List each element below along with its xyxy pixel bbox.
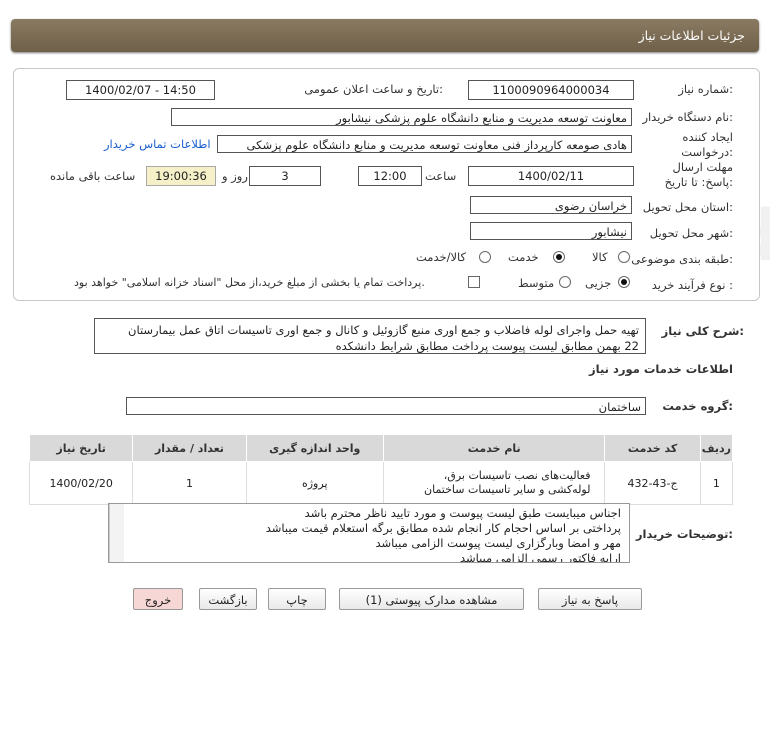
deadline-label: مهلت ارسال پاسخ: تا تاریخ: <box>664 160 733 189</box>
category-radio-goods-service[interactable] <box>479 251 491 263</box>
window-title: جزئیات اطلاعات نیاز <box>638 28 745 43</box>
back-button[interactable]: بازگشت <box>199 588 257 610</box>
buyer-org-field: معاونت توسعه مدیریت و منابع دانشگاه علوم… <box>171 108 632 126</box>
city-label: شهر محل تحویل: <box>649 226 733 240</box>
exit-button[interactable]: خروج <box>133 588 183 610</box>
print-button[interactable]: چاپ <box>268 588 326 610</box>
deadline-time-label: ساعت <box>425 169 457 183</box>
cell-quantity: 1 <box>132 461 247 505</box>
treasury-payment-note: پرداخت تمام یا بخشی از مبلغ خرید،از محل … <box>74 276 425 289</box>
table-header-row: ردیف کد خدمت نام خدمت واحد اندازه گیری ت… <box>28 434 734 462</box>
announce-datetime-field: 1400/02/07 - 14:50 <box>66 80 215 100</box>
category-radio-goods[interactable] <box>618 251 630 263</box>
col-header-service-code: کد خدمت <box>604 434 701 462</box>
services-table: ردیف کد خدمت نام خدمت واحد اندازه گیری ت… <box>28 434 734 505</box>
creator-field: هادی صومعه کارپرداز فنی معاونت توسعه مدی… <box>217 135 632 153</box>
col-header-quantity: تعداد / مقدار <box>132 434 247 462</box>
province-field: خراسان رضوی <box>470 196 632 214</box>
summary-line-1: تهیه حمل واجرای لوله فاضلاب و جمع اوری م… <box>128 323 639 337</box>
summary-line-2: 22 بهمن مطابق لیست پیوست پرداخت مطابق شر… <box>335 339 639 353</box>
buyer-note-line: پرداختی بر اساس احجام کار انجام شده مطاب… <box>265 521 621 535</box>
services-heading: اطلاعات خدمات مورد نیاز <box>589 362 733 376</box>
category-radio-service[interactable] <box>553 251 565 263</box>
buyer-note-line: ارایه فاکتور رسمی الزامی میباشد <box>459 551 621 563</box>
cell-unit: پروژه <box>245 461 384 505</box>
buyer-notes-label: توضیحات خریدار: <box>635 527 733 541</box>
col-header-need-date: تاریخ نیاز <box>28 434 134 462</box>
process-option-minor: جزیی <box>585 276 612 290</box>
process-type-label: نوع فرآیند خرید : <box>651 278 733 292</box>
cell-service-code: ج-43-432 <box>604 461 701 505</box>
category-option-service: خدمت <box>508 250 539 264</box>
service-group-label: گروه خدمت: <box>662 399 733 413</box>
buyer-notes-textarea[interactable]: اجناس میبایست طبق لیست پیوست و مورد تایی… <box>108 503 630 563</box>
days-label: روز و <box>222 169 248 183</box>
city-field: نیشابور <box>470 222 632 240</box>
col-header-service-name: نام خدمت <box>382 434 606 462</box>
buyer-contact-link[interactable]: اطلاعات تماس خریدار <box>104 137 211 151</box>
service-group-field: ساختمان <box>126 397 646 415</box>
buyer-org-label: نام دستگاه خریدار: <box>642 110 733 124</box>
deadline-date-field: 1400/02/11 <box>468 166 634 186</box>
cell-need-date: 1400/02/20 <box>28 461 134 505</box>
notes-scrollbar[interactable] <box>109 504 124 562</box>
cell-service-name: فعالیت‌های نصب تاسیسات برق، لوله‌کشی و س… <box>382 461 606 505</box>
process-option-medium: متوسط <box>518 276 555 290</box>
announce-datetime-label: تاریخ و ساعت اعلان عمومی: <box>304 82 443 96</box>
remaining-time-label: ساعت باقی مانده <box>50 169 136 183</box>
days-remaining-field: 3 <box>249 166 321 186</box>
buyer-note-line: مهر و امضا وبارگزاری لیست پیوست الزامی م… <box>375 536 622 550</box>
buyer-note-line: اجناس میبایست طبق لیست پیوست و مورد تایی… <box>304 506 621 520</box>
remaining-time-field: 19:00:36 <box>146 166 216 186</box>
need-number-label: شماره نیاز: <box>678 82 733 96</box>
cell-row-number: 1 <box>699 461 734 505</box>
summary-text: تهیه حمل واجرای لوله فاضلاب و جمع اوری م… <box>94 318 646 354</box>
deadline-time-field: 12:00 <box>358 166 422 186</box>
province-label: استان محل تحویل: <box>642 200 733 214</box>
category-option-goods: کالا <box>592 250 608 264</box>
reply-button[interactable]: پاسخ به نیاز <box>538 588 642 610</box>
category-label: طبقه بندی موضوعی: <box>631 252 733 266</box>
treasury-payment-checkbox[interactable] <box>468 276 480 288</box>
summary-label: شرح کلی نیاز: <box>661 324 744 338</box>
col-header-unit: واحد اندازه گیری <box>245 434 384 462</box>
process-radio-minor[interactable] <box>618 276 630 288</box>
process-radio-medium[interactable] <box>559 276 571 288</box>
window-title-bar: جزئیات اطلاعات نیاز <box>11 19 759 52</box>
creator-label: ایجاد کننده درخواست: <box>681 130 733 159</box>
need-number-field: 1100090964000034 <box>468 80 634 100</box>
col-header-row-number: ردیف <box>699 434 734 462</box>
table-row: 1 ج-43-432 فعالیت‌های نصب تاسیسات برق، ل… <box>28 461 734 505</box>
view-attachments-button[interactable]: مشاهده مدارک پیوستی (1) <box>339 588 524 610</box>
category-option-goods-service: کالا/خدمت <box>416 250 467 264</box>
